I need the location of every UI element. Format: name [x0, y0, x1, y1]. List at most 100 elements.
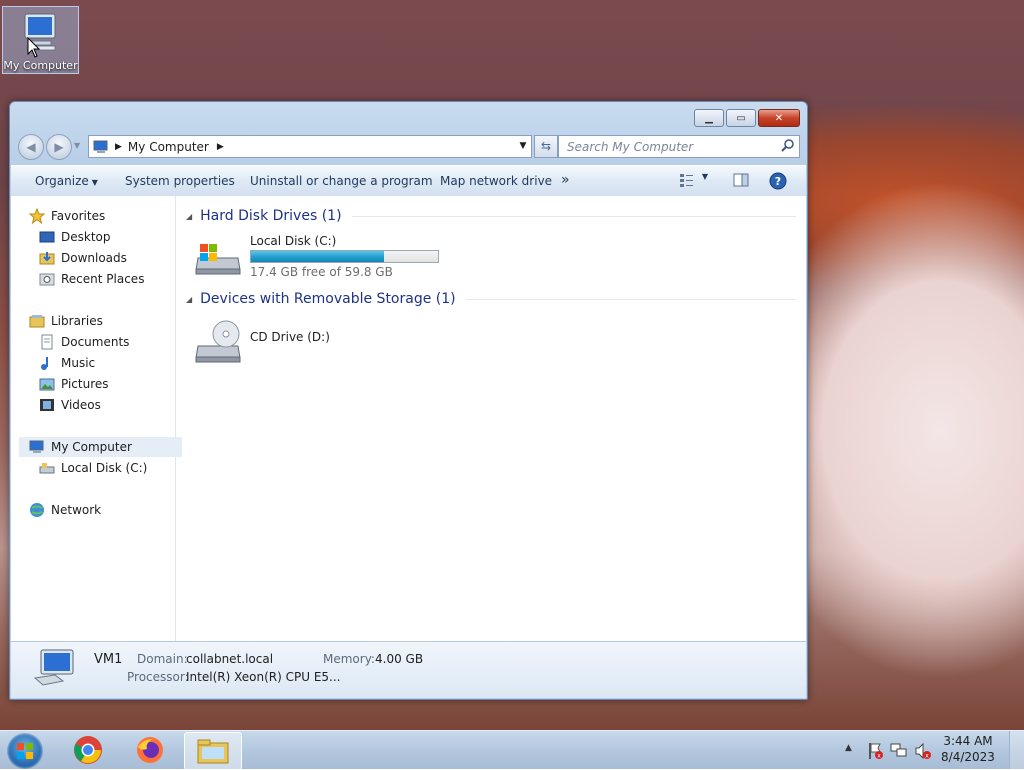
breadcrumb-my-computer[interactable]: My Computer [128, 140, 209, 154]
desktop-icon [39, 231, 55, 243]
group-divider [465, 298, 796, 300]
organize-menu[interactable]: Organize ▼ [35, 174, 98, 188]
navigation-bar: ◀ ▶ ▼ ▶ My Computer ▶ ▼ ⇆ Search My Comp… [18, 133, 800, 160]
uninstall-program-button[interactable]: Uninstall or change a program [250, 174, 433, 188]
group-header-removable-storage[interactable]: ◢ Devices with Removable Storage (1) [186, 289, 796, 309]
details-pane: VM1 Domain: collabnet.local Memory: 4.00… [11, 641, 806, 698]
preview-pane-button[interactable] [733, 173, 749, 190]
hard-drive-icon [39, 463, 55, 474]
memory-label: Memory: [323, 652, 375, 666]
system-properties-button[interactable]: System properties [125, 174, 235, 188]
desktop-icon-my-computer[interactable]: My Computer [2, 6, 79, 74]
drive-item-local-disk-c[interactable]: Local Disk (C:) 17.4 GB free of 59.8 GB [194, 232, 454, 282]
chevron-down-icon: ▼ [91, 178, 98, 187]
firefox-icon [137, 737, 163, 763]
nav-item-libraries[interactable]: Libraries [29, 311, 103, 331]
libraries-icon [29, 315, 45, 328]
nav-item-videos[interactable]: Videos [39, 395, 101, 415]
nav-item-pictures[interactable]: Pictures [39, 374, 109, 394]
nav-label: Music [61, 356, 96, 370]
show-desktop-button[interactable] [1009, 731, 1024, 769]
change-view-button[interactable]: ▼ [679, 172, 708, 191]
network-status-icon[interactable] [890, 742, 908, 760]
drive-free-space: 17.4 GB free of 59.8 GB [250, 265, 393, 279]
nav-item-desktop[interactable]: Desktop [39, 227, 111, 247]
content-pane: ◢ Hard Disk Drives (1) Local Disk (C:) 1… [176, 196, 806, 641]
taskbar-firefox-button[interactable] [122, 732, 178, 768]
nav-label: Recent Places [61, 272, 145, 286]
svg-text:?: ? [775, 175, 781, 188]
chrome-icon [74, 736, 102, 764]
cd-drive-icon [195, 320, 241, 363]
help-icon: ? [769, 172, 787, 190]
nav-item-network[interactable]: Network [29, 500, 101, 520]
nav-label: Network [51, 503, 102, 517]
help-button[interactable]: ? [769, 172, 787, 193]
start-button[interactable] [7, 733, 43, 769]
mouse-cursor-icon [27, 37, 41, 58]
address-dropdown-button[interactable]: ▼ [515, 136, 531, 157]
nav-label: Documents [61, 335, 130, 349]
domain-label: Domain: [137, 652, 188, 666]
breadcrumb-separator-icon[interactable]: ▶ [217, 142, 224, 152]
svg-text:x: x [877, 753, 881, 760]
refresh-button[interactable]: ⇆ [534, 135, 558, 158]
group-title: Hard Disk Drives (1) [200, 208, 342, 224]
explorer-icon [197, 739, 229, 764]
computer-icon [33, 649, 74, 686]
nav-label: Downloads [61, 251, 127, 265]
window-caption-buttons: ▁ ▭ ✕ [692, 109, 800, 127]
search-icon[interactable] [781, 138, 795, 152]
search-input[interactable]: Search My Computer [558, 135, 800, 158]
nav-item-my-computer[interactable]: My Computer [19, 437, 182, 457]
drive-item-cd-drive-d[interactable]: CD Drive (D:) [194, 316, 354, 366]
address-bar[interactable]: ▶ My Computer ▶ ▼ [88, 135, 532, 158]
recent-pages-dropdown[interactable]: ▼ [74, 141, 80, 150]
view-options-icon [680, 174, 693, 187]
forward-button[interactable]: ▶ [46, 134, 72, 160]
drive-usage-bar [250, 250, 439, 263]
drive-usage-bar-fill [251, 251, 384, 262]
music-icon [41, 357, 48, 370]
back-button[interactable]: ◀ [18, 134, 44, 160]
nav-item-documents[interactable]: Documents [39, 332, 129, 352]
taskbar-explorer-button[interactable] [184, 732, 242, 770]
organize-label: Organize [35, 174, 89, 188]
processor-label: Processor: [127, 670, 189, 684]
collapse-triangle-icon[interactable]: ◢ [186, 212, 192, 221]
window-body: Favorites Desktop Downloads Recent Place… [11, 196, 806, 641]
nav-item-local-disk[interactable]: Local Disk (C:) [39, 458, 147, 478]
pictures-icon [39, 378, 55, 391]
nav-item-recent-places[interactable]: Recent Places [39, 269, 144, 289]
maximize-button[interactable]: ▭ [726, 109, 756, 127]
nav-label: Desktop [61, 230, 111, 244]
taskbar: ▲ x x 3:44 AM 8/4/2023 [0, 730, 1024, 770]
nav-item-downloads[interactable]: Downloads [39, 248, 127, 268]
clock-date: 8/4/2023 [941, 750, 995, 764]
group-divider [351, 215, 796, 217]
group-title: Devices with Removable Storage (1) [200, 291, 456, 307]
navigation-pane: Favorites Desktop Downloads Recent Place… [11, 196, 182, 641]
chevron-down-icon: ▼ [701, 172, 708, 181]
close-button[interactable]: ✕ [758, 109, 800, 127]
drive-name: CD Drive (D:) [250, 330, 330, 344]
nav-item-favorites[interactable]: Favorites [29, 206, 105, 226]
minimize-button[interactable]: ▁ [694, 109, 724, 127]
breadcrumb-separator-icon[interactable]: ▶ [115, 142, 122, 152]
preview-pane-icon [733, 173, 749, 187]
computer-icon [93, 140, 108, 153]
system-clock[interactable]: 3:44 AM 8/4/2023 [938, 734, 998, 764]
more-commands-button[interactable]: » [561, 172, 570, 188]
command-bar: Organize ▼ System properties Uninstall or… [11, 165, 806, 197]
group-header-hard-disk-drives[interactable]: ◢ Hard Disk Drives (1) [186, 206, 796, 226]
computer-icon [29, 440, 44, 453]
action-center-icon[interactable]: x [866, 742, 884, 760]
nav-item-music[interactable]: Music [39, 353, 95, 373]
show-hidden-icons-button[interactable]: ▲ [845, 743, 852, 753]
map-network-drive-button[interactable]: Map network drive [440, 174, 552, 188]
collapse-triangle-icon[interactable]: ◢ [186, 295, 192, 304]
hard-drive-icon [195, 244, 241, 275]
taskbar-chrome-button[interactable] [60, 732, 116, 768]
search-placeholder: Search My Computer [567, 139, 694, 154]
volume-muted-icon[interactable]: x [914, 742, 932, 760]
